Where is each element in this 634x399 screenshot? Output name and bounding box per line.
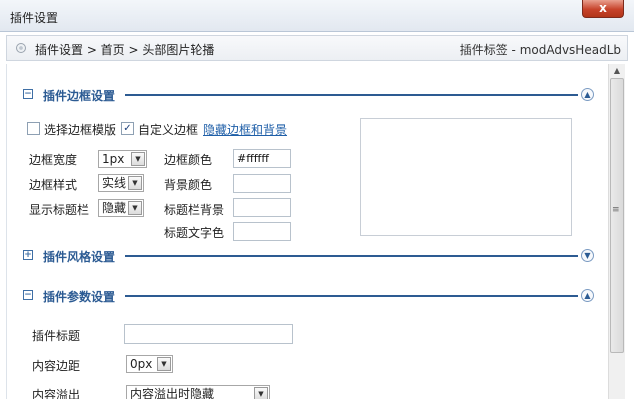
hide-border-link[interactable]: 隐藏边框和背景 xyxy=(203,121,287,138)
chevron-up-icon[interactable]: ▲ xyxy=(581,289,594,302)
border-style-label: 边框样式 xyxy=(29,178,78,192)
chevron-down-icon: ▼ xyxy=(254,387,268,399)
collapse-toggle-icon[interactable]: − xyxy=(23,290,33,300)
section-params-title: 插件参数设置 xyxy=(43,290,116,304)
window-titlebar: 插件设置 x xyxy=(0,0,634,32)
scrollbar-thumb[interactable] xyxy=(610,78,624,353)
grip-icon: ≡ xyxy=(612,205,620,215)
chevron-up-icon[interactable]: ▲ xyxy=(581,88,594,101)
border-width-select[interactable]: 1px ▼ xyxy=(98,150,147,168)
content-padding-select[interactable]: 0px ▼ xyxy=(126,355,173,373)
content-padding-value: 0px xyxy=(130,357,153,371)
content-overflow-label: 内容溢出 xyxy=(32,388,81,399)
expand-toggle-icon[interactable]: + xyxy=(23,250,33,260)
vertical-scrollbar[interactable]: ▲ ≡ xyxy=(608,64,625,399)
bg-color-input[interactable] xyxy=(233,174,291,193)
border-color-label: 边框颜色 xyxy=(164,153,213,167)
close-button[interactable]: x xyxy=(582,0,624,18)
content-padding-label: 内容边距 xyxy=(32,359,81,373)
template-checkbox[interactable] xyxy=(27,122,40,135)
custom-border-checkbox[interactable]: ✓ xyxy=(121,122,134,135)
chevron-down-icon: ▼ xyxy=(157,357,171,371)
section-border-header[interactable]: − 插件边框设置 ▲ xyxy=(23,86,596,104)
title-bg-label: 标题栏背景 xyxy=(164,203,225,217)
section-divider xyxy=(125,295,578,297)
bullet-icon xyxy=(16,43,26,53)
border-preview-box xyxy=(360,118,572,236)
chevron-down-icon: ▼ xyxy=(131,152,145,166)
section-divider xyxy=(125,255,578,257)
border-style-select[interactable]: 实线 ▼ xyxy=(98,174,144,192)
plugin-title-label: 插件标题 xyxy=(32,329,81,343)
show-titlebar-select[interactable]: 隐藏 ▼ xyxy=(98,199,144,217)
show-titlebar-label: 显示标题栏 xyxy=(29,203,90,217)
template-checkbox-label: 选择边框模版 xyxy=(44,123,117,137)
title-text-color-input[interactable] xyxy=(233,222,291,241)
border-width-value: 1px xyxy=(102,152,125,166)
custom-border-label: 自定义边框 xyxy=(138,123,199,137)
chevron-down-icon[interactable]: ▼ xyxy=(581,249,594,262)
chevron-down-icon: ▼ xyxy=(128,176,142,190)
plugin-tag: 插件标签 - modAdvsHeadLb xyxy=(459,43,621,57)
title-bg-input[interactable] xyxy=(233,198,291,217)
scroll-up-icon[interactable]: ▲ xyxy=(609,64,625,78)
section-border-title: 插件边框设置 xyxy=(43,89,116,103)
bg-color-label: 背景颜色 xyxy=(164,178,213,192)
border-width-label: 边框宽度 xyxy=(29,153,78,167)
chevron-down-icon: ▼ xyxy=(128,201,142,215)
border-color-input[interactable]: #ffffff xyxy=(233,149,291,168)
border-style-value: 实线 xyxy=(102,176,127,190)
breadcrumb: 插件设置 > 首页 > 头部图片轮播 xyxy=(35,43,215,57)
show-titlebar-value: 隐藏 xyxy=(102,201,127,215)
collapse-toggle-icon[interactable]: − xyxy=(23,89,33,99)
window-title: 插件设置 xyxy=(10,11,59,25)
plugin-title-input[interactable] xyxy=(124,324,293,344)
content-overflow-value: 内容溢出时隐藏 xyxy=(130,387,215,399)
section-params-header[interactable]: − 插件参数设置 ▲ xyxy=(23,287,596,305)
settings-panel: − 插件边框设置 ▲ 选择边框模版 ✓ 自定义边框 隐藏边框和背景 边框宽度 1… xyxy=(6,64,607,399)
section-style-title: 插件风格设置 xyxy=(43,250,116,264)
content-overflow-select[interactable]: 内容溢出时隐藏 ▼ xyxy=(126,385,270,399)
breadcrumb-bar: 插件设置 > 首页 > 头部图片轮播 插件标签 - modAdvsHeadLb xyxy=(6,35,628,61)
section-divider xyxy=(125,94,578,96)
title-text-color-label: 标题文字色 xyxy=(164,226,225,240)
section-style-header[interactable]: + 插件风格设置 ▼ xyxy=(23,247,596,265)
